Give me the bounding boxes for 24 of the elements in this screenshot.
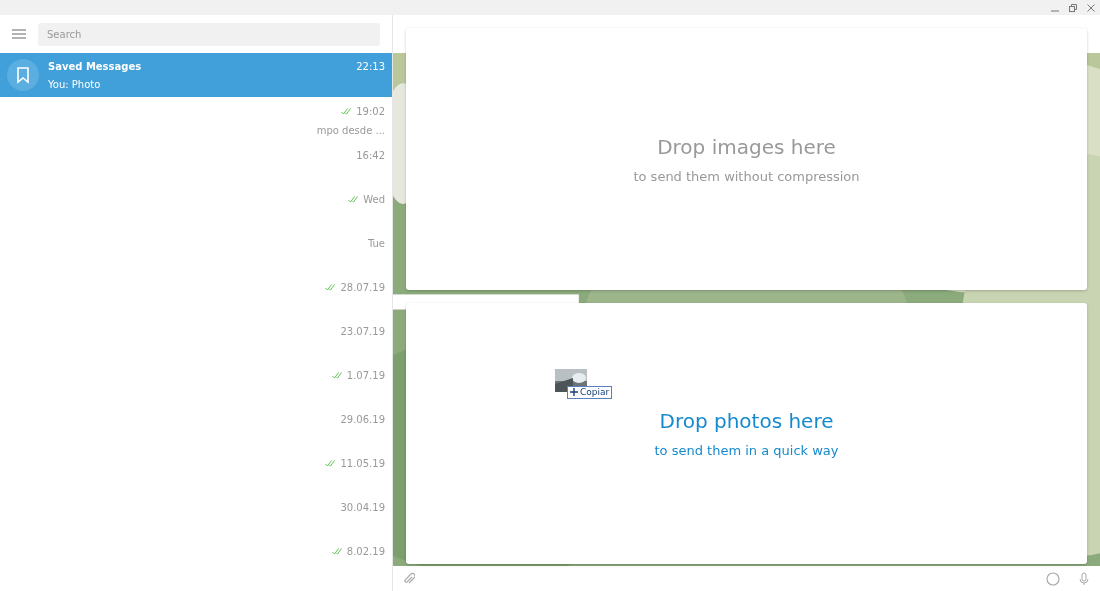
chat-time: 16:42	[356, 149, 385, 163]
chat-time: 11.05.19	[340, 457, 385, 471]
chat-time: 23.07.19	[340, 325, 385, 339]
drop-zone-title: Drop photos here	[659, 408, 834, 435]
chat-time: 29.06.19	[340, 413, 385, 427]
chat-time: Tue	[367, 237, 385, 251]
drop-zone-title: Drop images here	[657, 133, 836, 161]
chat-time: 30.04.19	[340, 501, 385, 515]
chat-time: 8.02.19	[346, 545, 385, 559]
search-field[interactable]: Search	[38, 22, 380, 46]
chat-time: 19:02	[356, 105, 385, 119]
chat-time: 28.07.19	[340, 281, 385, 295]
chat-time: Wed	[363, 193, 385, 207]
chat-name: Saved Messages	[48, 59, 142, 74]
chat-time: 22:13	[356, 59, 385, 74]
chat-item[interactable]: Saved Messages 22:13 You: Photo	[0, 53, 392, 97]
chat-preview: mpo desde ...	[316, 124, 385, 138]
chat-preview: You: Photo	[48, 77, 102, 92]
drop-zone[interactable]: Drop images here to send them without compression	[406, 28, 1087, 290]
drop-zone-subtitle: to send them in a quick way	[654, 442, 839, 460]
drop-zone[interactable]: Drop photos here to send them in a quick way Copiar	[406, 302, 1087, 564]
drop-zone-subtitle: to send them without compression	[633, 167, 860, 186]
drag-action-label: Copiar	[580, 386, 610, 398]
chat-time: 1.07.19	[346, 369, 385, 383]
